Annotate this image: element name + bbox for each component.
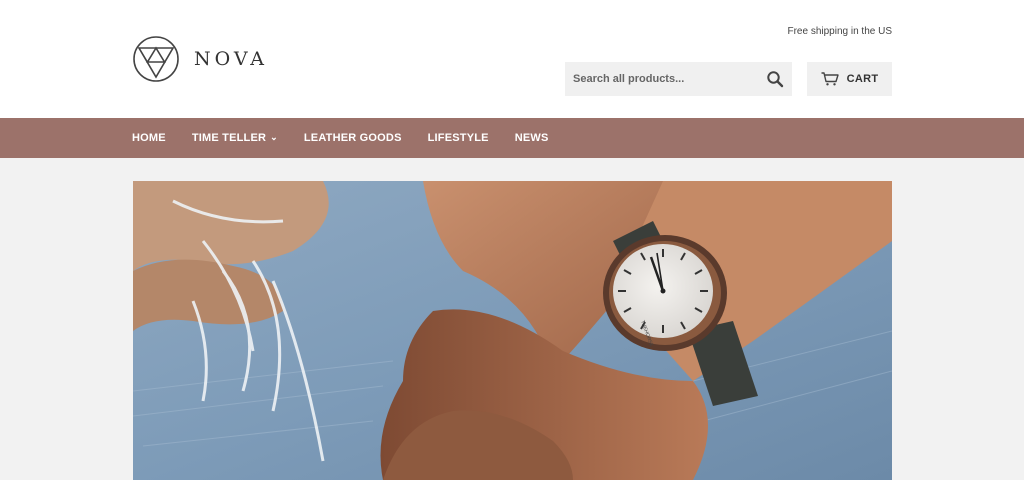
cart-icon bbox=[821, 72, 839, 86]
nav-item-home[interactable]: HOME bbox=[132, 132, 166, 144]
nav-item-news[interactable]: NEWS bbox=[515, 132, 549, 144]
search-input[interactable] bbox=[573, 73, 753, 85]
hero-photo-wrist-watch: THEHORSE bbox=[133, 181, 892, 480]
nav-item-leather-goods[interactable]: LEATHER GOODS bbox=[304, 132, 402, 144]
nav-item-label: LEATHER GOODS bbox=[303, 132, 402, 144]
chevron-down-icon: ⌄ bbox=[270, 131, 278, 142]
nav-item-label: LIFESTYLE bbox=[427, 132, 489, 144]
site-header: NOVA Free shipping in the US CART bbox=[0, 0, 1024, 118]
triangle-in-circle-logo-icon bbox=[133, 36, 179, 82]
nav-item-time-teller[interactable]: TIME TELLER ⌄ bbox=[192, 132, 278, 144]
nav-item-label: NEWS bbox=[514, 132, 549, 144]
main-nav: HOME TIME TELLER ⌄ LEATHER GOODS LIFESTYL… bbox=[0, 118, 1024, 158]
hero-banner-image[interactable]: THEHORSE bbox=[133, 181, 892, 480]
cart-button[interactable]: CART bbox=[807, 62, 892, 96]
nav-item-label: TIME TELLER bbox=[191, 132, 267, 144]
brand-name: NOVA bbox=[194, 48, 269, 70]
cart-label: CART bbox=[846, 73, 879, 85]
search-icon[interactable] bbox=[766, 70, 784, 88]
brand-logo[interactable]: NOVA bbox=[132, 35, 268, 83]
nav-item-lifestyle[interactable]: LIFESTYLE bbox=[428, 132, 489, 144]
shipping-note: Free shipping in the US bbox=[787, 26, 892, 37]
search-bar bbox=[565, 62, 792, 96]
nav-item-label: HOME bbox=[132, 132, 166, 144]
